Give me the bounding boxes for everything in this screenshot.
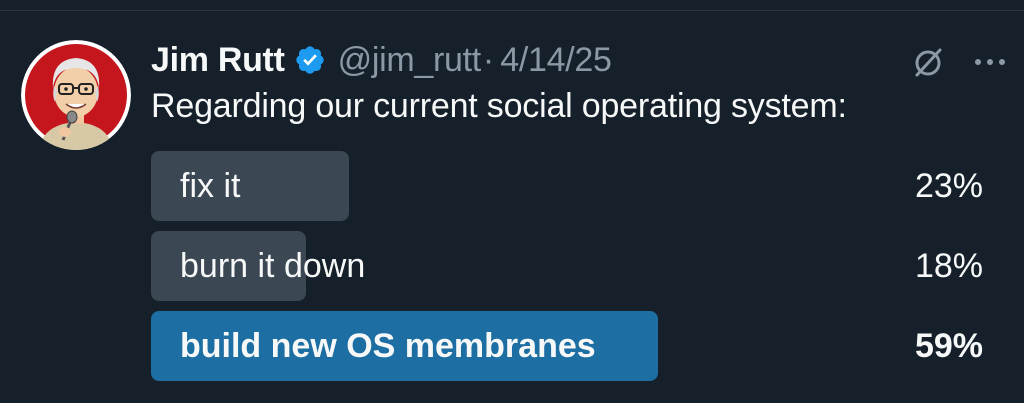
poll-option-label: build new OS membranes — [180, 327, 596, 365]
grok-slash-icon[interactable] — [910, 44, 946, 80]
verified-badge-icon[interactable] — [294, 44, 326, 76]
poll-option-burn-it-down[interactable]: burn it down 18% — [151, 231, 983, 301]
poll-option-percent: 18% — [914, 247, 983, 285]
tweet-date[interactable]: 4/14/25 — [500, 41, 612, 80]
poll-option-fix-it[interactable]: fix it 23% — [151, 151, 983, 221]
author-handle[interactable]: @jim_rutt — [338, 41, 482, 80]
author-name[interactable]: Jim Rutt — [151, 41, 285, 80]
avatar[interactable] — [21, 40, 131, 150]
header-separator: · — [482, 40, 495, 79]
avatar-image — [21, 40, 131, 150]
poll-option-label: fix it — [180, 167, 241, 205]
poll-option-build-new-os-membranes[interactable]: build new OS membranes 59% — [151, 311, 983, 381]
more-dots-icon[interactable] — [970, 44, 1010, 80]
poll-option-percent: 23% — [914, 167, 983, 205]
divider — [0, 10, 1024, 11]
poll-option-label: burn it down — [180, 247, 366, 285]
tweet-header: Jim Rutt @jim_rutt · 4/14/25 — [151, 37, 612, 83]
poll-option-percent: 59% — [914, 327, 983, 365]
tweet-text: Regarding our current social operating s… — [151, 87, 847, 125]
tweet-container: Jim Rutt @jim_rutt · 4/14/25 Regarding o… — [0, 0, 1024, 403]
